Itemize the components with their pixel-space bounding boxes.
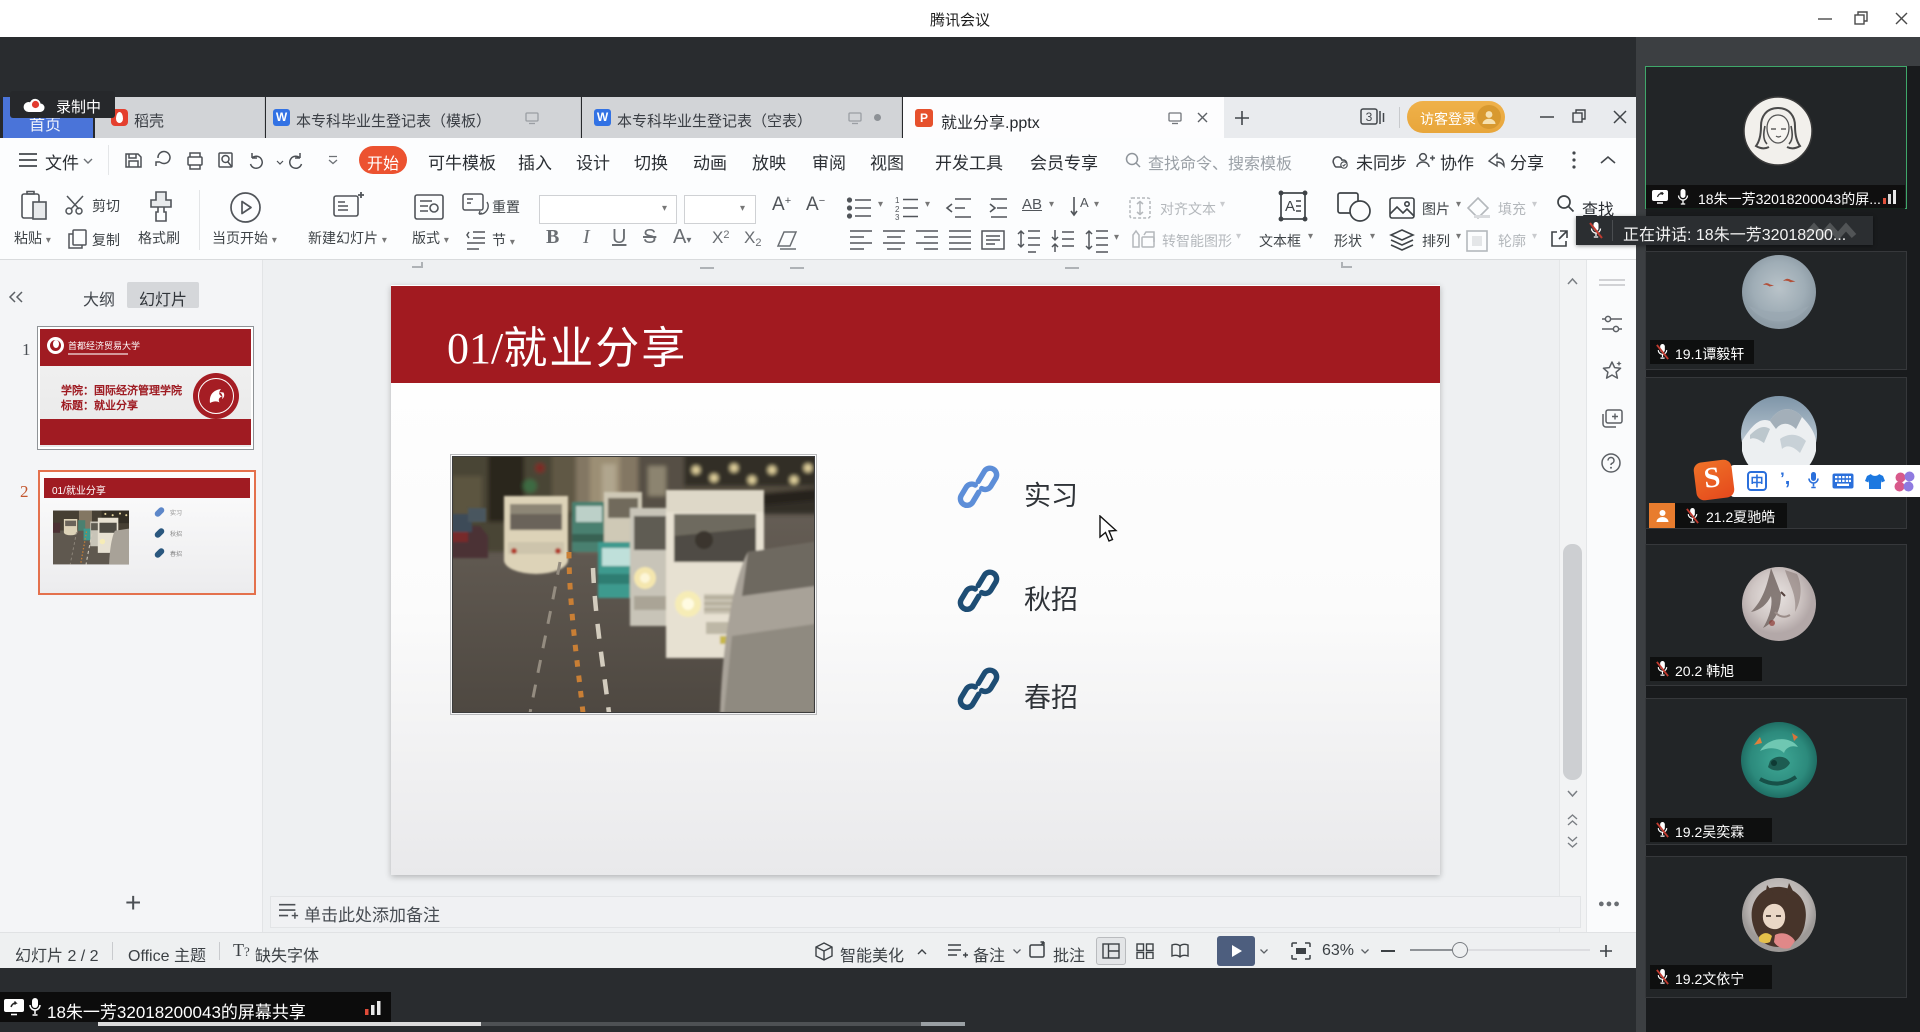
- svg-text:A: A: [1080, 195, 1089, 210]
- svg-text:1: 1: [895, 196, 900, 205]
- svg-text:A: A: [1285, 198, 1295, 215]
- svg-text:3: 3: [895, 213, 900, 221]
- svg-text:3: 3: [1366, 110, 1373, 124]
